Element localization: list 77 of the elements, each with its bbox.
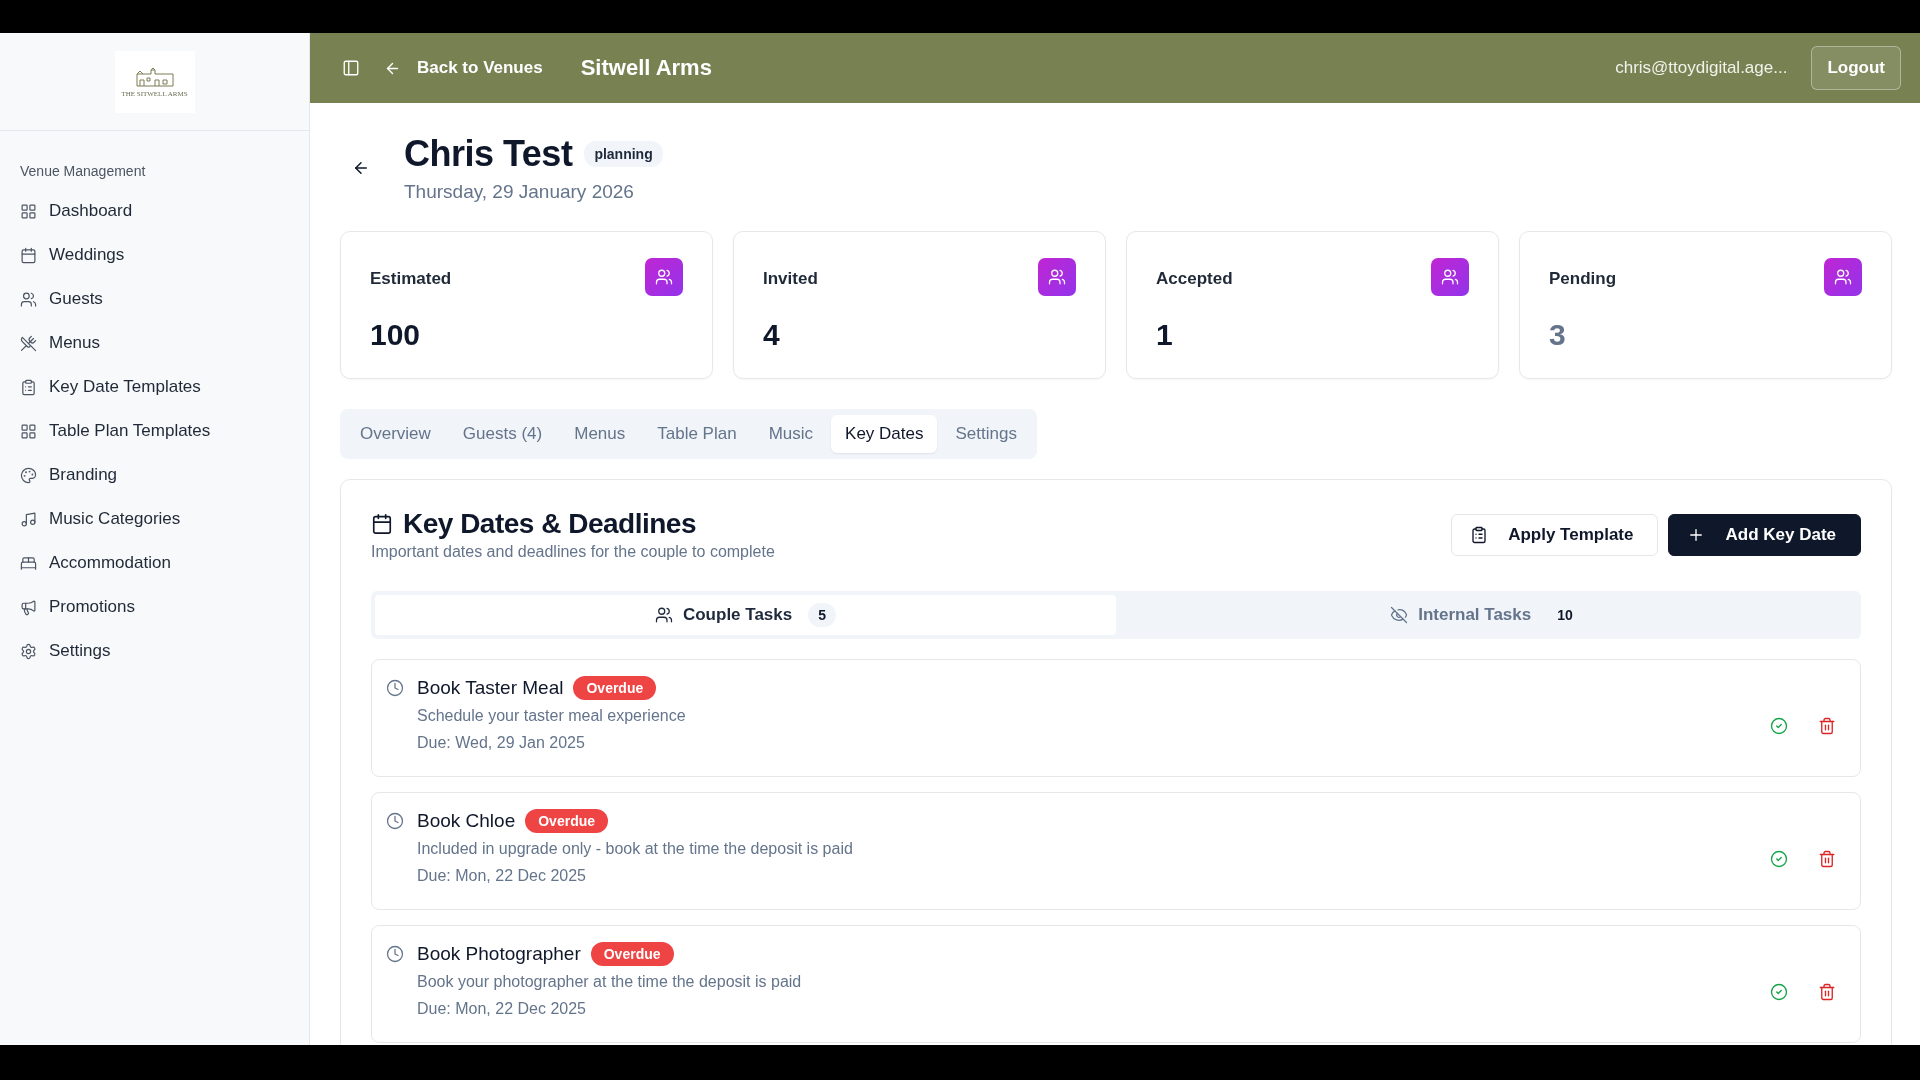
sidebar-item[interactable]: Dashboard	[10, 189, 299, 233]
calendar-icon	[20, 246, 37, 264]
people-icon	[1431, 258, 1469, 296]
eye-off-icon	[1390, 606, 1409, 624]
people-icon	[654, 606, 673, 624]
people-icon	[20, 290, 37, 308]
task-count: 5	[808, 603, 837, 627]
sidebar-item[interactable]: Settings	[10, 629, 299, 673]
sidebar-item[interactable]: Music Categories	[10, 497, 299, 541]
wedding-name: Chris Test	[404, 133, 573, 175]
people-icon	[1824, 258, 1862, 296]
palette-icon	[20, 466, 37, 484]
status-badge: planning	[584, 141, 663, 167]
bed-icon	[20, 554, 37, 572]
task-tab[interactable]: Internal Tasks 10	[1116, 595, 1857, 635]
sidebar-item[interactable]: Menus	[10, 321, 299, 365]
venue-title: Sitwell Arms	[580, 55, 712, 81]
wedding-date: Thursday, 29 January 2026	[404, 181, 635, 203]
tab[interactable]: Table Plan	[643, 415, 751, 453]
task-title: Book Photographer	[417, 943, 581, 965]
megaphone-icon	[20, 598, 37, 616]
task-due-date: Due: Mon, 22 Dec 2025	[417, 867, 587, 885]
tab[interactable]: Music	[754, 415, 828, 453]
people-icon	[645, 258, 683, 296]
music-note-icon	[20, 510, 37, 528]
sidebar-item[interactable]: Key Date Templates	[10, 365, 299, 409]
utensils-icon	[20, 334, 37, 352]
stat-label: Pending	[1549, 269, 1617, 289]
sidebar-item[interactable]: Weddings	[10, 233, 299, 277]
tab[interactable]: Settings	[941, 415, 1031, 453]
task-count: 10	[1556, 606, 1574, 625]
tab[interactable]: Key Dates	[831, 415, 938, 453]
sidebar-item[interactable]: Accommodation	[10, 541, 299, 585]
clipboard-icon	[1470, 525, 1489, 544]
task-due-date: Due: Mon, 22 Dec 2025	[417, 1000, 587, 1018]
overdue-badge: Overdue	[573, 676, 657, 700]
section-title: Venue Management	[19, 162, 147, 181]
task-due-date: Due: Wed, 29 Jan 2025	[417, 734, 586, 752]
user-email: chris@ttoydigital.age...	[1615, 58, 1788, 78]
task-description: Schedule your taster meal experience	[417, 707, 687, 725]
sidebar-item[interactable]: Table Plan Templates	[10, 409, 299, 453]
task-tab[interactable]: Couple Tasks 5	[375, 595, 1116, 635]
add-key-date-button[interactable]: Add Key Date	[1668, 513, 1861, 556]
apply-template-button[interactable]: Apply Template	[1451, 513, 1659, 556]
stat-value: 4	[763, 318, 781, 352]
building-drawing	[134, 65, 175, 88]
task-title: Book Chloe	[417, 810, 516, 832]
stat-label: Invited	[763, 269, 818, 289]
sidebar-item[interactable]: Promotions	[10, 585, 299, 629]
overdue-badge: Overdue	[590, 942, 674, 966]
stat-label: Estimated	[370, 269, 452, 289]
logout-button[interactable]: Logout	[1811, 46, 1901, 90]
clock-icon	[386, 945, 404, 963]
calendar-icon	[371, 513, 393, 535]
stat-value: 1	[1156, 318, 1174, 352]
clock-icon	[386, 812, 404, 830]
settings-icon	[20, 642, 37, 660]
task-description: Book your photographer at the time the deposit is paid	[417, 973, 803, 991]
people-icon	[1038, 258, 1076, 296]
grid-icon	[20, 202, 37, 220]
tab[interactable]: Guests (4)	[448, 415, 557, 453]
task-title: Book Taster Meal	[417, 677, 564, 699]
overdue-badge: Overdue	[525, 809, 609, 833]
sidebar-item[interactable]: Branding	[10, 453, 299, 497]
clipboard-icon	[20, 378, 37, 396]
stat-value: 100	[370, 318, 422, 352]
card-title: Key Dates & Deadlines	[403, 508, 696, 540]
clock-icon	[386, 679, 404, 697]
back-link[interactable]: Back to Venues	[384, 58, 543, 78]
sidebar-item[interactable]: Guests	[10, 277, 299, 321]
stat-value: 3	[1549, 318, 1567, 352]
task-description: Included in upgrade only - book at the time the deposit is paid	[417, 840, 854, 858]
stat-label: Accepted	[1156, 269, 1233, 289]
card-subtitle: Important dates and deadlines for the couple to complete	[371, 543, 775, 561]
grid-icon	[20, 422, 37, 440]
tab[interactable]: Menus	[560, 415, 640, 453]
tab[interactable]: Overview	[346, 415, 445, 453]
